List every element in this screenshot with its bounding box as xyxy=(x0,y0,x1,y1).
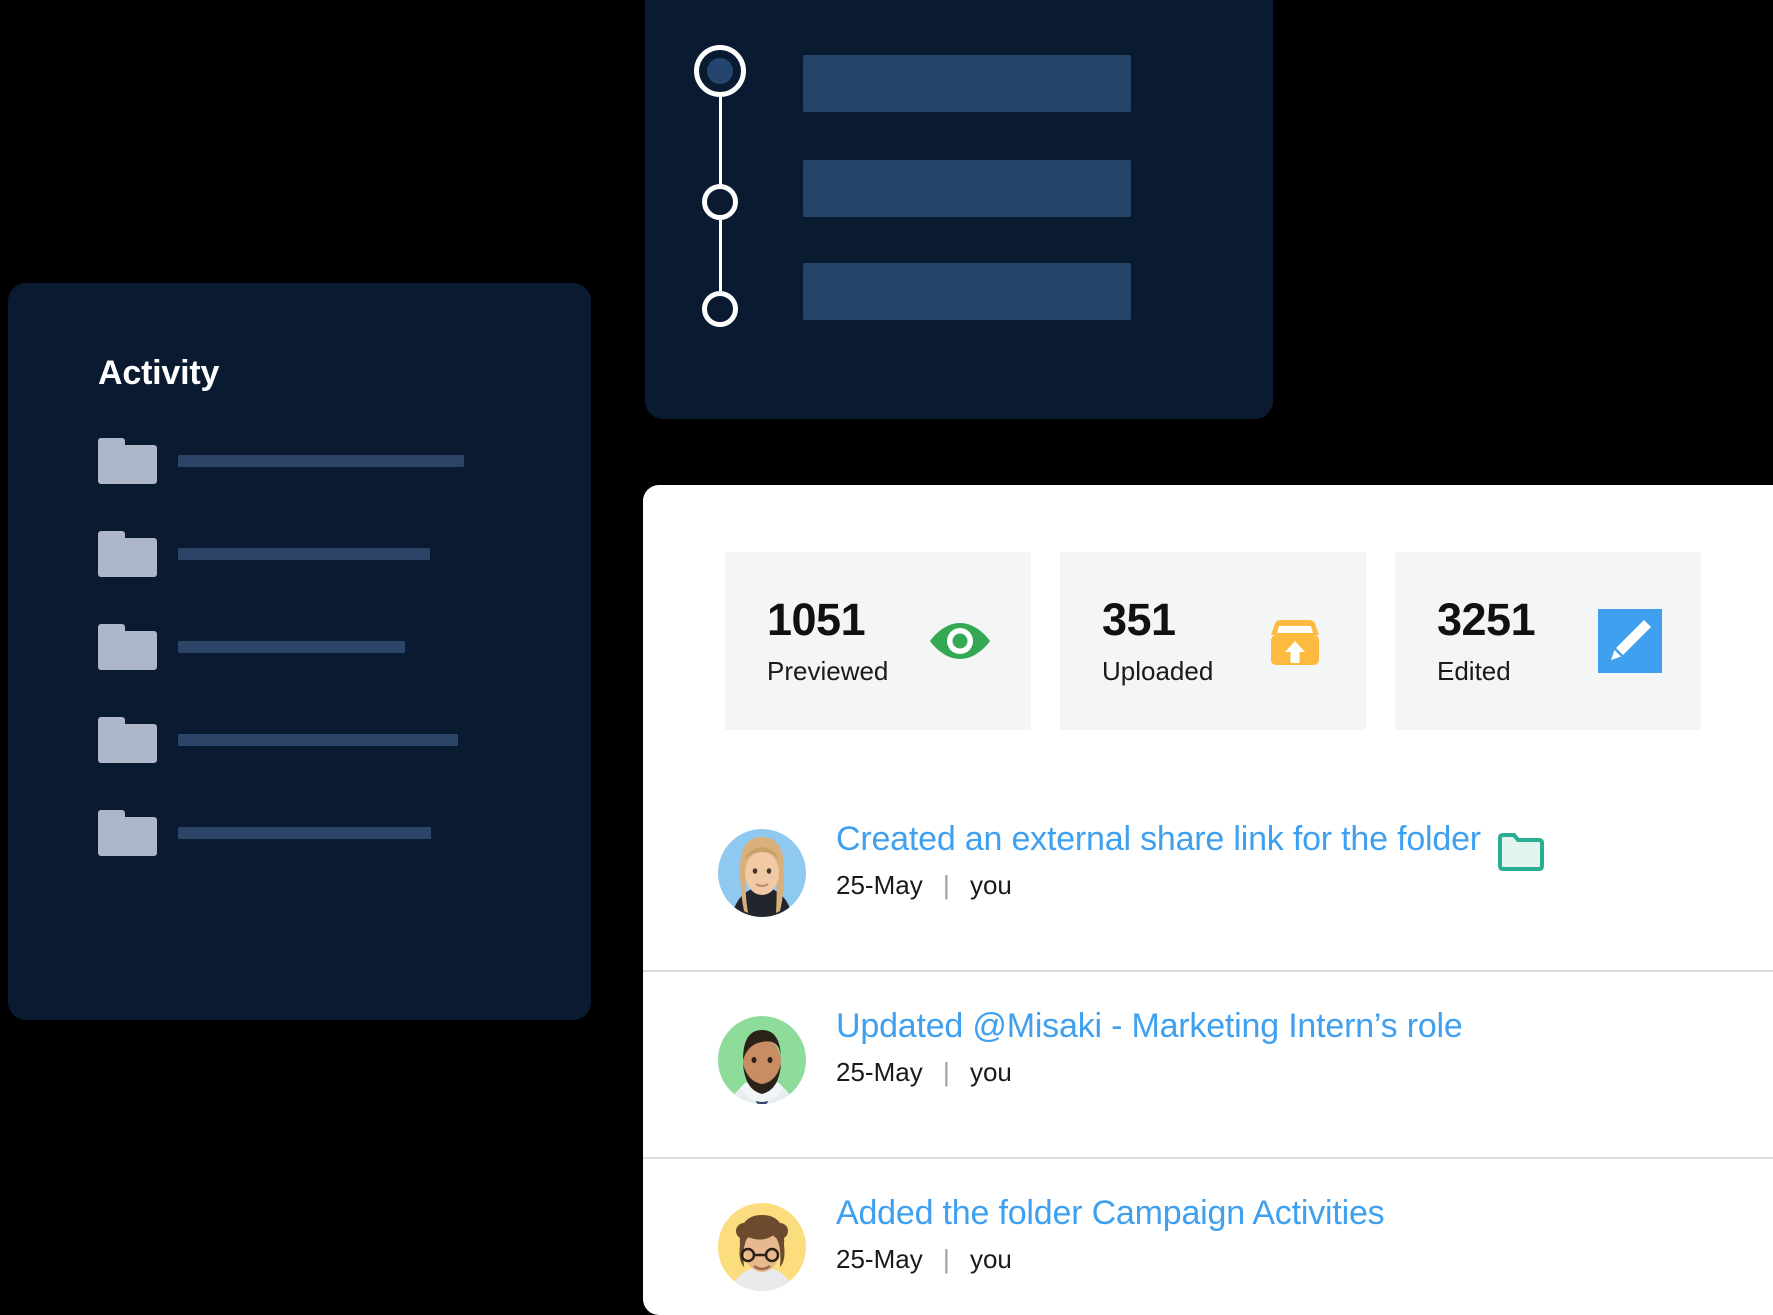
timeline-node[interactable] xyxy=(702,291,738,327)
stat-label: Previewed xyxy=(767,656,889,686)
feed-meta: 25-May | you xyxy=(836,1244,1384,1275)
list-item[interactable] xyxy=(98,717,518,763)
feed-separator: | xyxy=(942,870,950,900)
feed-separator: | xyxy=(942,1057,950,1087)
timeline-bar xyxy=(803,263,1131,320)
stat-label: Edited xyxy=(1437,656,1511,686)
stat-value: 351 xyxy=(1102,594,1176,645)
avatar xyxy=(718,829,806,917)
feed-meta: 25-May | you xyxy=(836,870,1481,901)
feed-title[interactable]: Created an external share link for the f… xyxy=(836,820,1481,859)
folder-icon xyxy=(98,438,157,484)
stat-card-previewed[interactable]: 1051 Previewed xyxy=(725,552,1031,730)
feed-text: Updated @Misaki - Marketing Intern’s rol… xyxy=(836,1007,1463,1088)
timeline-node[interactable] xyxy=(702,184,738,220)
feed-date: 25-May xyxy=(836,1244,923,1274)
placeholder-bar xyxy=(178,734,458,746)
placeholder-bar xyxy=(178,548,430,560)
folder-outline-icon[interactable] xyxy=(1498,832,1544,872)
feed-separator: | xyxy=(942,1244,950,1274)
placeholder-bar xyxy=(178,641,405,653)
page-title: Activity xyxy=(98,354,220,392)
folder-icon xyxy=(98,717,157,763)
feed-title[interactable]: Added the folder Campaign Activities xyxy=(836,1194,1385,1233)
stat-label: Uploaded xyxy=(1102,656,1214,686)
stat-value: 1051 xyxy=(767,594,866,645)
list-item[interactable] xyxy=(98,531,518,577)
feed-date: 25-May xyxy=(836,870,923,900)
stat-card-uploaded[interactable]: 351 Uploaded xyxy=(1060,552,1366,730)
placeholder-bar xyxy=(178,827,431,839)
eye-icon xyxy=(926,607,994,675)
feed-actor: you xyxy=(969,870,1012,900)
list-item[interactable] xyxy=(98,810,518,856)
timeline-bar xyxy=(803,55,1131,112)
feed-row[interactable]: Updated @Misaki - Marketing Intern’s rol… xyxy=(643,970,1773,1157)
timeline-card xyxy=(645,0,1273,419)
folder-icon xyxy=(98,624,157,670)
feed-title[interactable]: Updated @Misaki - Marketing Intern’s rol… xyxy=(836,1007,1463,1046)
timeline-node-active[interactable] xyxy=(694,45,746,97)
feed-meta: 25-May | you xyxy=(836,1057,1463,1088)
stats-row: 1051 Previewed 351 Uploaded 3251 Edited xyxy=(725,552,1701,730)
timeline-connector xyxy=(719,92,722,198)
avatar xyxy=(718,1203,806,1291)
feed-text: Added the folder Campaign Activities 25-… xyxy=(836,1194,1385,1275)
dashboard-card: 1051 Previewed 351 Uploaded 3251 Edited … xyxy=(643,485,1773,1315)
stat-value: 3251 xyxy=(1437,594,1536,645)
feed-actor: you xyxy=(969,1244,1012,1274)
feed-actor: you xyxy=(969,1057,1012,1087)
list-item[interactable] xyxy=(98,438,518,484)
avatar xyxy=(718,1016,806,1104)
feed-row[interactable]: Created an external share link for the f… xyxy=(643,785,1773,970)
folder-icon xyxy=(98,531,157,577)
upload-box-icon xyxy=(1261,607,1329,675)
feed-row[interactable]: Added the folder Campaign Activities 25-… xyxy=(643,1157,1773,1315)
folder-icon xyxy=(98,810,157,856)
activity-feed: Created an external share link for the f… xyxy=(643,785,1773,1315)
stat-card-edited[interactable]: 3251 Edited xyxy=(1395,552,1701,730)
feed-text: Created an external share link for the f… xyxy=(836,820,1481,901)
feed-date: 25-May xyxy=(836,1057,923,1087)
placeholder-bar xyxy=(178,455,464,467)
activity-panel: Activity xyxy=(8,283,591,1020)
timeline-bar xyxy=(803,160,1131,217)
pencil-edit-icon xyxy=(1596,607,1664,675)
list-item[interactable] xyxy=(98,624,518,670)
